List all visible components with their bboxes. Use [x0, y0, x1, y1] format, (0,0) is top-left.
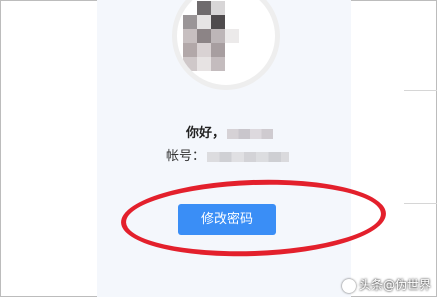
greeting-text: 你好， — [186, 124, 274, 144]
toutiao-logo-icon — [341, 278, 356, 293]
watermark: 头条@伪世界 — [341, 275, 431, 295]
divider-line — [404, 90, 437, 91]
change-password-button[interactable]: 修改密码 — [178, 204, 276, 235]
account-value-redacted — [207, 151, 290, 162]
avatar-image — [183, 1, 243, 77]
watermark-text: 头条@伪世界 — [358, 278, 431, 292]
greeting-label: 你好， — [186, 126, 226, 141]
divider-line — [404, 203, 437, 204]
username-redacted — [227, 128, 274, 139]
account-label: 帐号： — [166, 149, 206, 164]
account-row: 帐号： — [166, 148, 290, 166]
